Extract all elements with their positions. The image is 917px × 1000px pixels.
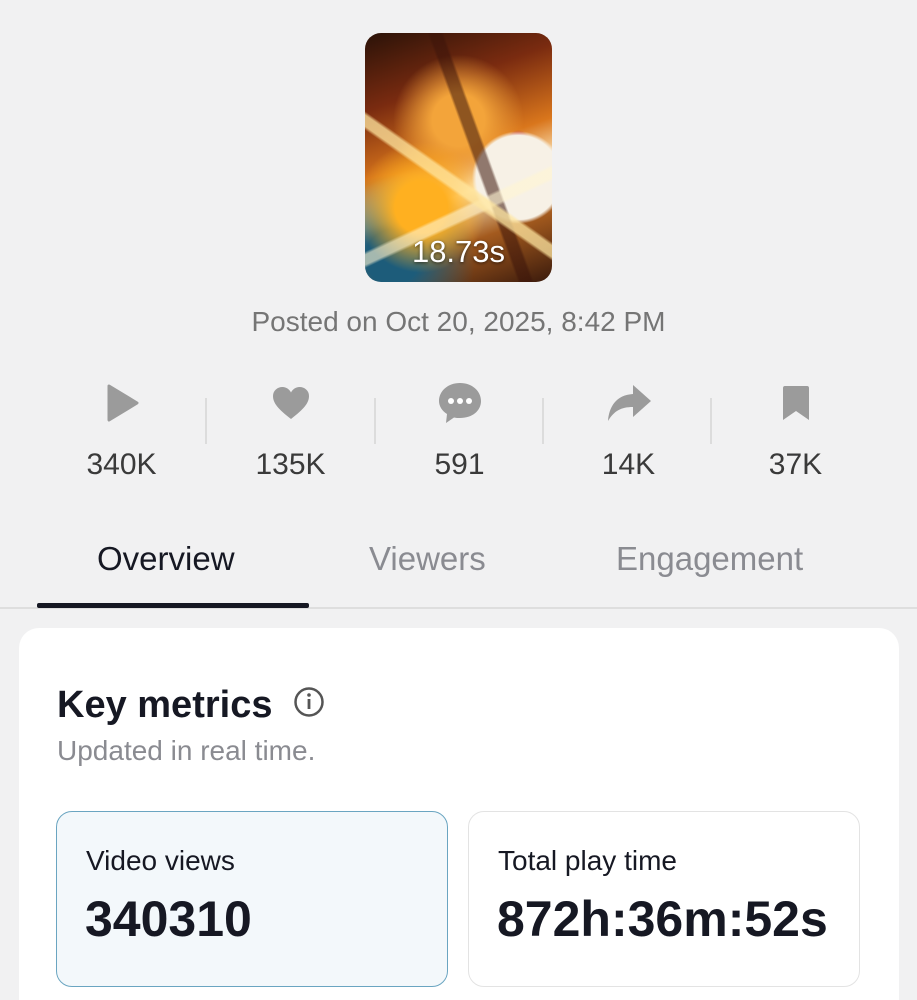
metric-card-video-views[interactable]: Video views 340310 [56, 811, 448, 987]
metric-label: Video views [86, 845, 235, 876]
metric-value: 872h:36m:52s [497, 891, 828, 947]
stat-likes: 135K [206, 380, 375, 490]
stat-views: 340K [37, 380, 206, 490]
heart-icon [272, 380, 310, 426]
stat-shares: 14K [544, 380, 713, 490]
stat-shares-value: 14K [601, 448, 656, 481]
metric-label: Total play time [498, 845, 677, 876]
video-duration: 18.73s [411, 234, 506, 269]
analytics-tabs: Overview Viewers Engagement [0, 540, 917, 610]
stat-saves: 37K [711, 380, 880, 490]
posted-date: Posted on Oct 20, 2025, 8:42 PM [251, 306, 666, 337]
tab-overview[interactable]: Overview [97, 540, 235, 578]
key-metrics-card: Key metrics Updated in real time. Video … [19, 628, 899, 1000]
share-icon [606, 380, 652, 426]
comment-icon [437, 380, 483, 426]
stat-saves-value: 37K [768, 448, 823, 481]
tab-engagement[interactable]: Engagement [616, 540, 803, 578]
metric-card-total-play-time[interactable]: Total play time 872h:36m:52s [468, 811, 860, 987]
info-icon[interactable] [293, 686, 325, 723]
stat-likes-value: 135K [255, 448, 326, 481]
key-metrics-subtitle: Updated in real time. [57, 735, 316, 766]
key-metrics-title: Key metrics [57, 684, 273, 726]
video-analytics-page: 18.73s Posted on Oct 20, 2025, 8:42 PM 3… [0, 0, 917, 1000]
video-thumbnail[interactable]: 18.73s [365, 33, 552, 282]
stats-row: 340K 135K 591 14K 37K [37, 380, 880, 490]
play-icon [102, 380, 142, 426]
tab-viewers[interactable]: Viewers [369, 540, 486, 578]
stat-comments: 591 [375, 380, 544, 490]
bookmark-icon [782, 380, 810, 426]
metric-value: 340310 [85, 891, 252, 947]
stat-comments-value: 591 [434, 448, 485, 481]
active-tab-indicator [37, 603, 309, 608]
stat-views-value: 340K [86, 448, 157, 481]
